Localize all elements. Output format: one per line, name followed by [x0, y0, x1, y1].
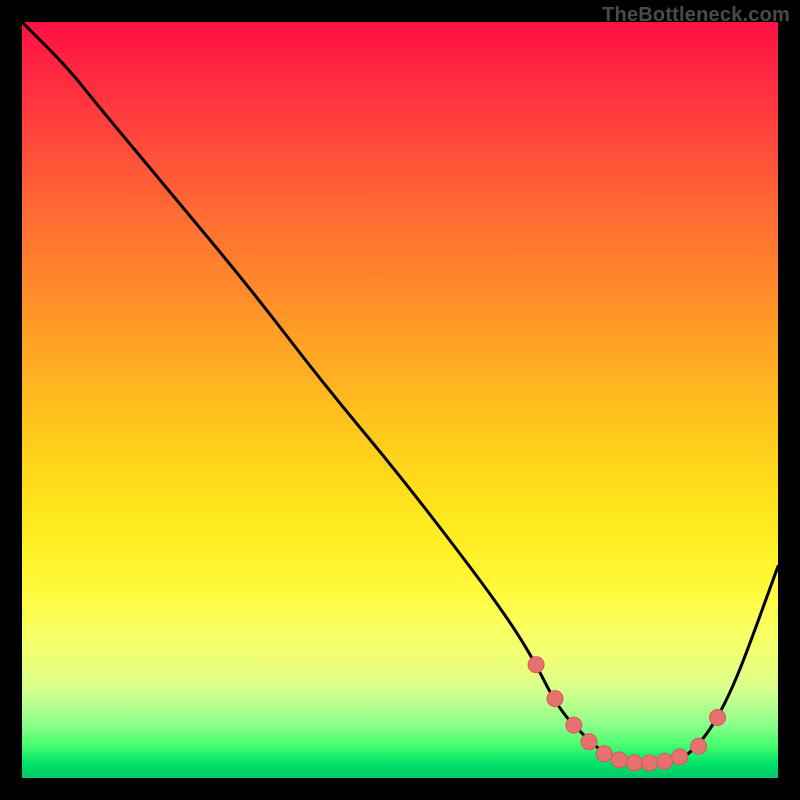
optimum-marker — [672, 749, 688, 765]
optimum-marker — [710, 710, 726, 726]
chart-svg — [22, 22, 778, 778]
optimum-marker — [528, 657, 544, 673]
plot-gradient-area — [22, 22, 778, 778]
optimum-marker — [657, 753, 673, 769]
optimum-marker — [611, 752, 627, 768]
optimum-marker — [566, 717, 582, 733]
bottleneck-curve — [22, 22, 778, 763]
watermark-text: TheBottleneck.com — [602, 4, 790, 27]
optimum-marker — [691, 738, 707, 754]
chart-frame: TheBottleneck.com — [0, 0, 800, 800]
optimum-marker — [626, 755, 642, 771]
optimum-marker — [641, 755, 657, 771]
optimum-marker — [596, 746, 612, 762]
optimum-marker — [581, 734, 597, 750]
optimum-marker — [547, 691, 563, 707]
optimum-markers — [528, 657, 725, 771]
